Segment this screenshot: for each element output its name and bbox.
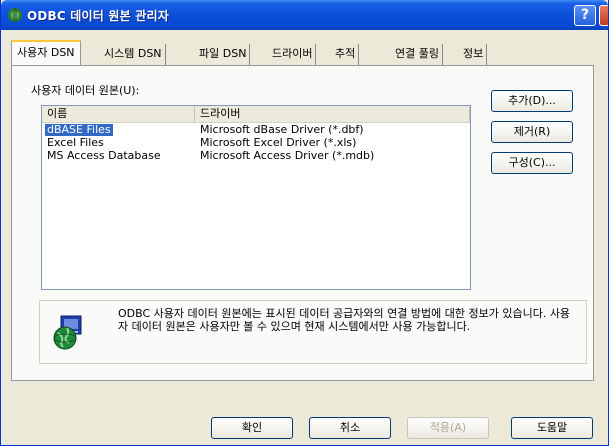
info-box: ODBC 사용자 데이터 원본에는 표시된 데이터 공급자와의 연결 방법에 대… (39, 300, 587, 364)
tab-user-dsn[interactable]: 사용자 DSN (11, 40, 81, 66)
odbc-dialog: ODBC 데이터 원본 관리자 ? 사용자 DSN 시스템 DSN 파일 DSN… (0, 0, 609, 446)
help-button[interactable]: 도움말 (511, 417, 593, 439)
odbc-globe-icon (53, 315, 82, 350)
apply-button[interactable]: 적용(A) (407, 417, 489, 439)
title-bar[interactable]: ODBC 데이터 원본 관리자 ? (1, 0, 608, 30)
data-source-list[interactable]: 이름 드라이버 dBASE Files Microsoft dBase Driv… (41, 105, 471, 290)
info-text: ODBC 사용자 데이터 원본에는 표시된 데이터 공급자와의 연결 방법에 대… (118, 307, 571, 333)
close-button[interactable] (599, 5, 608, 26)
row-driver: Microsoft dBase Driver (*.dbf) (200, 123, 364, 136)
tab-strip: 사용자 DSN 시스템 DSN 파일 DSN 드라이버 추적 연결 풀링 정보 (11, 40, 591, 66)
list-row[interactable]: dBASE Files Microsoft dBase Driver (*.db… (42, 124, 470, 136)
list-label: 사용자 데이터 원본(U): (31, 84, 140, 97)
odbc-app-icon (8, 8, 22, 22)
tab-tracing[interactable]: 추적 (332, 44, 360, 66)
column-header-name[interactable]: 이름 (42, 106, 195, 122)
tab-about[interactable]: 정보 (460, 44, 488, 66)
list-row[interactable]: MS Access Database Microsoft Access Driv… (42, 150, 470, 162)
remove-button[interactable]: 제거(R) (491, 121, 573, 143)
list-header: 이름 드라이버 (42, 106, 470, 123)
row-name: dBASE Files (45, 123, 113, 136)
row-name: MS Access Database (47, 149, 161, 162)
window-title: ODBC 데이터 원본 관리자 (27, 9, 169, 23)
configure-button[interactable]: 구성(C)... (491, 152, 573, 174)
add-button[interactable]: 추가(D)... (491, 90, 573, 112)
column-header-driver[interactable]: 드라이버 (195, 106, 470, 122)
list-row[interactable]: Excel Files Microsoft Excel Driver (*.xl… (42, 137, 470, 149)
tab-connection-pooling[interactable]: 연결 풀링 (392, 44, 443, 66)
row-name: Excel Files (47, 136, 104, 149)
row-driver: Microsoft Access Driver (*.mdb) (200, 149, 375, 162)
tab-file-dsn[interactable]: 파일 DSN (196, 44, 251, 66)
ok-button[interactable]: 확인 (211, 417, 293, 439)
tab-system-dsn[interactable]: 시스템 DSN (101, 44, 166, 66)
help-title-button[interactable]: ? (574, 5, 596, 26)
cancel-button[interactable]: 취소 (309, 417, 391, 439)
row-driver: Microsoft Excel Driver (*.xls) (200, 136, 357, 149)
tab-drivers[interactable]: 드라이버 (269, 44, 317, 66)
